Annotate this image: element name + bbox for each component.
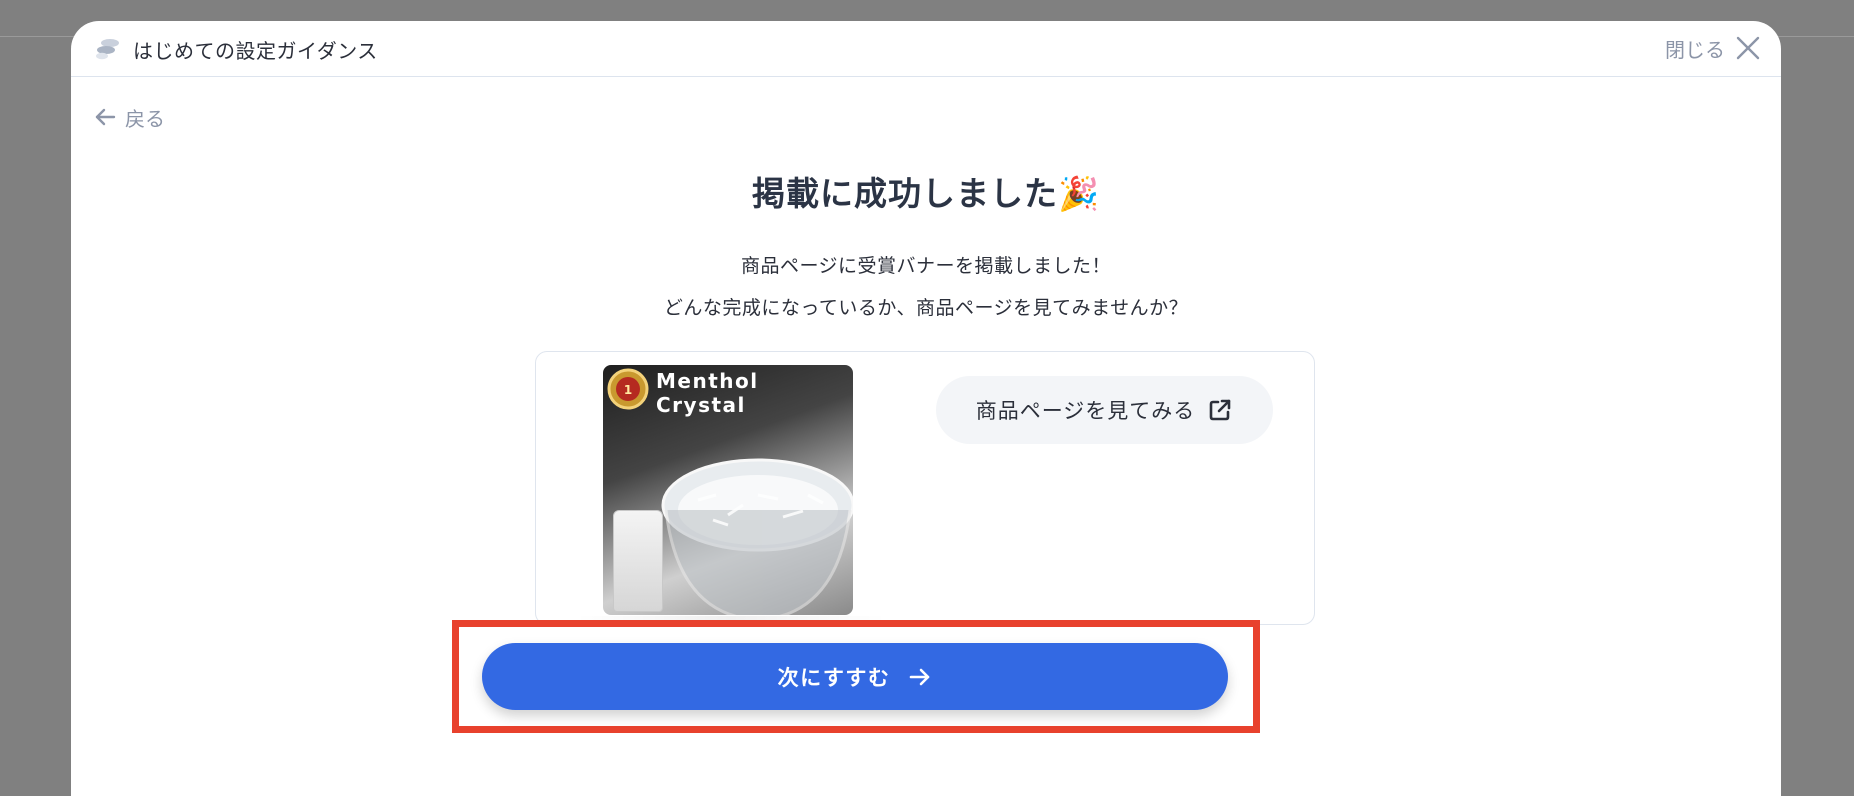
svg-text:1: 1: [624, 383, 632, 397]
view-product-page-label: 商品ページを見てみる: [975, 399, 1196, 423]
product-image-text: Menthol Crystal: [656, 369, 759, 417]
product-image: 1 Menthol Crystal: [603, 365, 853, 615]
close-label: 閉じる: [1665, 37, 1725, 62]
close-button[interactable]: 閉じる: [1665, 33, 1761, 63]
arrow-right-icon: [910, 668, 930, 685]
back-label: 戻る: [125, 106, 165, 131]
modal-title: はじめての設定ガイダンス: [133, 39, 378, 63]
view-product-page-button[interactable]: 商品ページを見てみる: [936, 376, 1273, 444]
product-pouch-illustration: [613, 510, 663, 612]
rank-medal-icon: 1: [607, 368, 649, 410]
description-line-1: 商品ページに受賞バナーを掲載しました！: [740, 255, 1112, 277]
modal-header: はじめての設定ガイダンス 閉じる: [71, 21, 1781, 77]
description-line-2: どんな完成になっているか、商品ページを見てみませんか？: [663, 297, 1189, 319]
external-link-icon: [1209, 399, 1231, 421]
crystal-bowl-illustration: [661, 458, 853, 615]
success-headline: 掲載に成功しました🎉: [751, 174, 1101, 213]
logo-icon: [96, 39, 119, 60]
arrow-left-icon: [95, 108, 116, 126]
product-card: 1 Menthol Crystal 商品ページを見てみる: [535, 351, 1315, 625]
next-button[interactable]: 次にすすむ: [482, 643, 1228, 710]
back-link[interactable]: 戻る: [94, 104, 165, 131]
next-button-label: 次にすすむ: [777, 665, 891, 690]
close-icon: [1736, 36, 1760, 60]
